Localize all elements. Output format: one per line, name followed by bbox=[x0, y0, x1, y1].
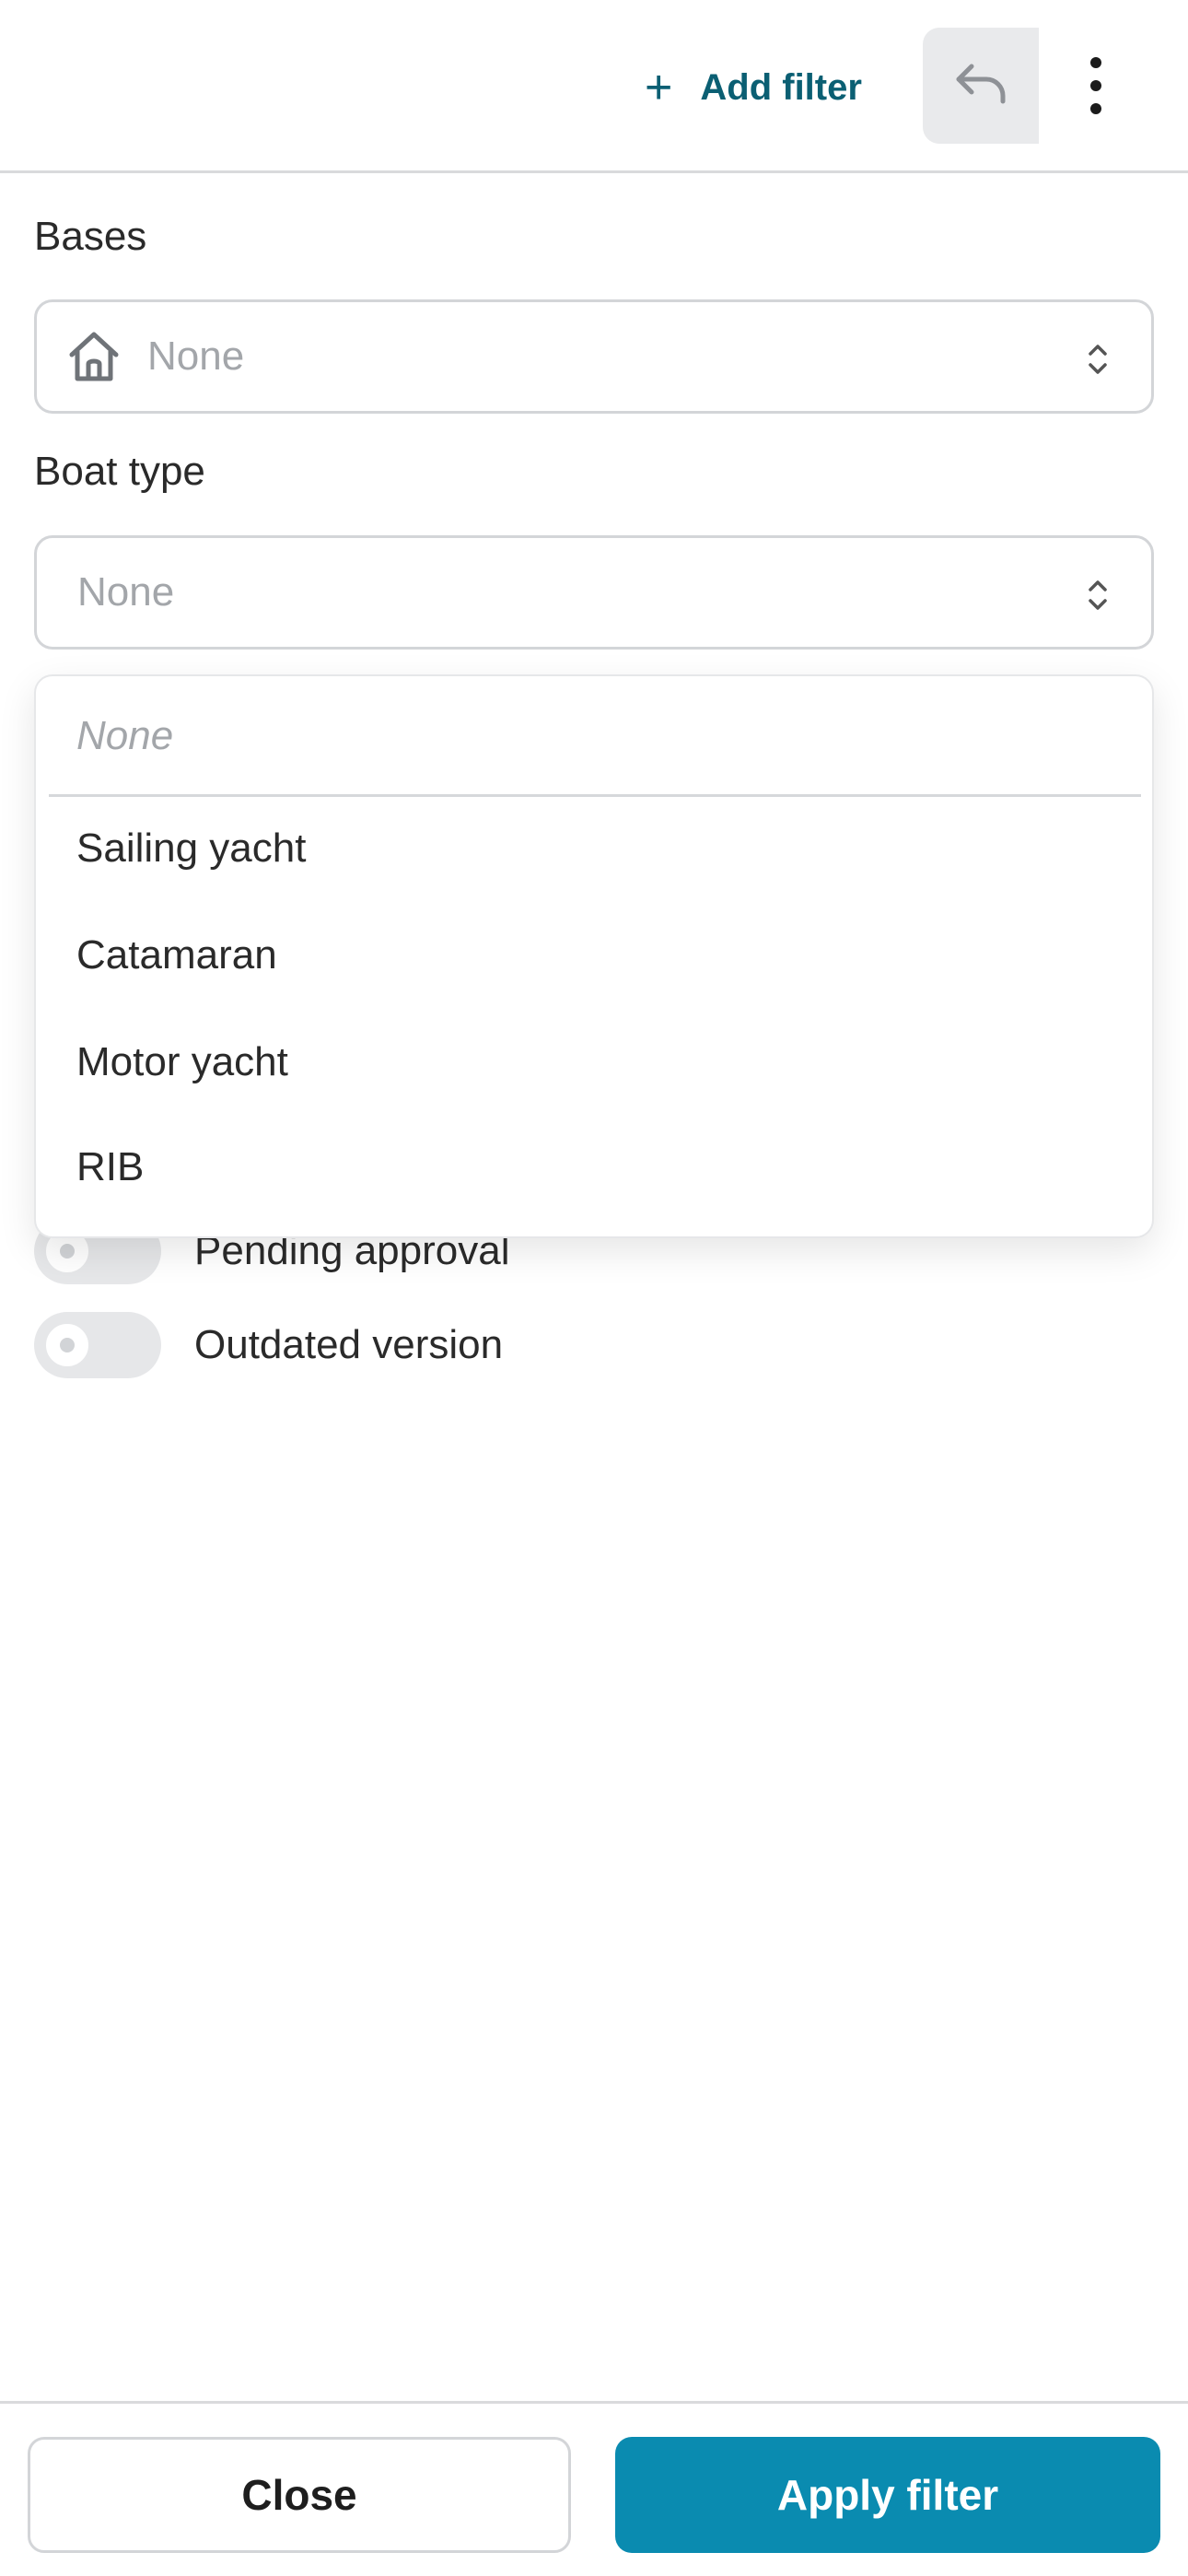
add-filter-button[interactable]: + Add filter bbox=[645, 51, 862, 124]
plus-icon: + bbox=[645, 61, 673, 114]
filter-header: + Add filter bbox=[0, 0, 1188, 173]
boat-type-label: Boat type bbox=[34, 449, 205, 494]
undo-icon bbox=[953, 61, 1008, 111]
dropdown-option-catamaran[interactable]: Catamaran bbox=[76, 932, 277, 978]
add-filter-label: Add filter bbox=[700, 66, 862, 108]
more-vertical-icon-dot bbox=[1090, 103, 1101, 114]
more-options-button[interactable] bbox=[1068, 44, 1124, 127]
bases-select[interactable]: None bbox=[34, 299, 1154, 414]
bases-label: Bases bbox=[34, 214, 147, 259]
dropdown-option-sailing-yacht[interactable]: Sailing yacht bbox=[76, 825, 306, 872]
chevron-up-down-icon bbox=[1085, 575, 1111, 615]
dropdown-option-none[interactable]: None bbox=[76, 713, 173, 759]
chevron-up-down-icon bbox=[1085, 339, 1111, 380]
boat-type-value: None bbox=[77, 569, 175, 615]
undo-button[interactable] bbox=[923, 28, 1039, 144]
apply-filter-button[interactable]: Apply filter bbox=[615, 2437, 1160, 2553]
outdated-version-toggle[interactable] bbox=[34, 1312, 161, 1378]
dropdown-divider bbox=[49, 794, 1141, 797]
home-icon bbox=[64, 327, 123, 386]
boat-type-select[interactable]: None bbox=[34, 535, 1154, 650]
close-button[interactable]: Close bbox=[28, 2437, 571, 2553]
toggle-row-outdated-version[interactable]: Outdated version bbox=[34, 1312, 503, 1378]
boat-type-dropdown-menu: None Sailing yacht Catamaran Motor yacht… bbox=[34, 674, 1154, 1238]
dropdown-option-rib[interactable]: RIB bbox=[76, 1144, 144, 1190]
dropdown-option-motor-yacht[interactable]: Motor yacht bbox=[76, 1039, 288, 1085]
more-vertical-icon bbox=[1090, 57, 1101, 68]
filter-footer: Close Apply filter bbox=[0, 2401, 1188, 2576]
bases-value: None bbox=[147, 334, 245, 379]
toggle-knob bbox=[43, 1321, 91, 1369]
outdated-version-label: Outdated version bbox=[194, 1322, 504, 1367]
more-vertical-icon-dot bbox=[1090, 80, 1101, 91]
